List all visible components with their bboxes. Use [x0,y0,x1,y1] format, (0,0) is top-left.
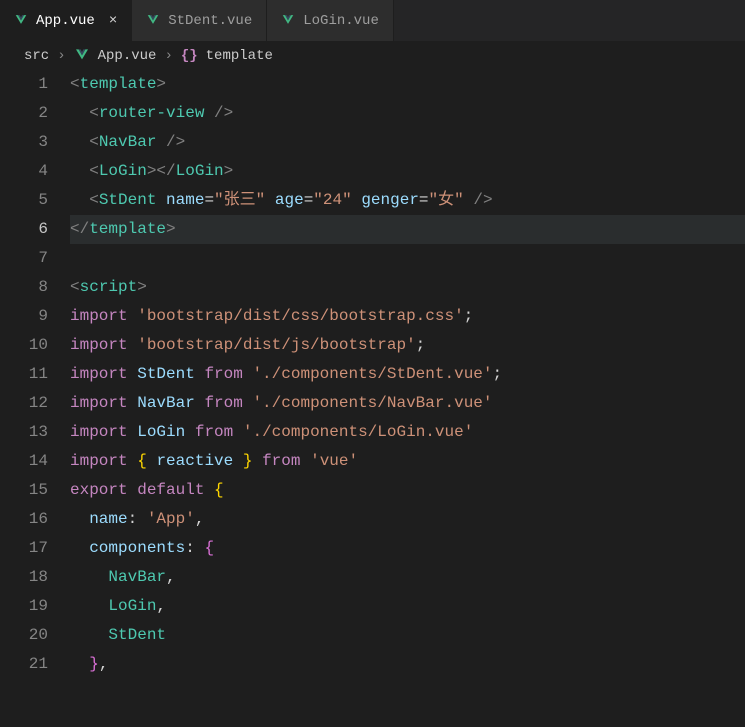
code-line[interactable]: export default { [70,476,745,505]
line-number: 6 [0,215,48,244]
line-number: 8 [0,273,48,302]
line-number: 1 [0,70,48,99]
line-number: 16 [0,505,48,534]
line-number: 17 [0,534,48,563]
code-line[interactable]: name: 'App', [70,505,745,534]
line-number: 12 [0,389,48,418]
line-gutter: 1 2 3 4 5 6 7 8 9 10 11 12 13 14 15 16 1… [0,70,70,679]
code-line[interactable]: <template> [70,70,745,99]
line-number: 3 [0,128,48,157]
tab-label: StDent.vue [168,13,252,29]
line-number: 18 [0,563,48,592]
code-line[interactable]: import 'bootstrap/dist/css/bootstrap.css… [70,302,745,331]
tab-label: LoGin.vue [303,13,379,29]
vue-file-icon [146,14,160,28]
code-line[interactable]: LoGin, [70,592,745,621]
tab-login-vue[interactable]: LoGin.vue [267,0,394,41]
line-number: 20 [0,621,48,650]
breadcrumb-src[interactable]: src [24,48,49,64]
line-number: 7 [0,244,48,273]
code-line[interactable]: <StDent name="张三" age="24" genger="女" /> [70,186,745,215]
breadcrumb[interactable]: src › App.vue › {} template [0,42,745,70]
code-line[interactable]: import LoGin from './components/LoGin.vu… [70,418,745,447]
code-content[interactable]: <template> <router-view /> <NavBar /> <L… [70,70,745,679]
code-line[interactable]: </template> [70,215,745,244]
chevron-right-icon: › [57,48,65,64]
breadcrumb-symbol[interactable]: template [206,48,273,64]
line-number: 13 [0,418,48,447]
code-line[interactable]: <LoGin></LoGin> [70,157,745,186]
code-line[interactable]: import StDent from './components/StDent.… [70,360,745,389]
code-editor[interactable]: 1 2 3 4 5 6 7 8 9 10 11 12 13 14 15 16 1… [0,70,745,679]
code-line[interactable]: import 'bootstrap/dist/js/bootstrap'; [70,331,745,360]
line-number: 4 [0,157,48,186]
tab-app-vue[interactable]: App.vue × [0,0,132,41]
vue-file-icon [281,14,295,28]
line-number: 14 [0,447,48,476]
line-number: 9 [0,302,48,331]
line-number: 21 [0,650,48,679]
code-line[interactable] [70,244,745,273]
code-line[interactable]: <script> [70,273,745,302]
braces-icon: {} [181,48,198,64]
chevron-right-icon: › [164,48,172,64]
line-number: 10 [0,331,48,360]
breadcrumb-file[interactable]: App.vue [98,48,157,64]
line-number: 19 [0,592,48,621]
line-number: 5 [0,186,48,215]
line-number: 15 [0,476,48,505]
code-line[interactable]: components: { [70,534,745,563]
vue-file-icon [74,48,90,64]
code-line[interactable]: NavBar, [70,563,745,592]
line-number: 11 [0,360,48,389]
code-line[interactable]: }, [70,650,745,679]
close-icon[interactable]: × [109,13,117,29]
code-line[interactable]: <router-view /> [70,99,745,128]
code-line[interactable]: <NavBar /> [70,128,745,157]
vue-file-icon [14,14,28,28]
code-line[interactable]: import { reactive } from 'vue' [70,447,745,476]
tab-bar: App.vue × StDent.vue LoGin.vue [0,0,745,42]
code-line[interactable]: StDent [70,621,745,650]
tab-stdent-vue[interactable]: StDent.vue [132,0,267,41]
line-number: 2 [0,99,48,128]
code-line[interactable]: import NavBar from './components/NavBar.… [70,389,745,418]
tab-label: App.vue [36,13,95,29]
